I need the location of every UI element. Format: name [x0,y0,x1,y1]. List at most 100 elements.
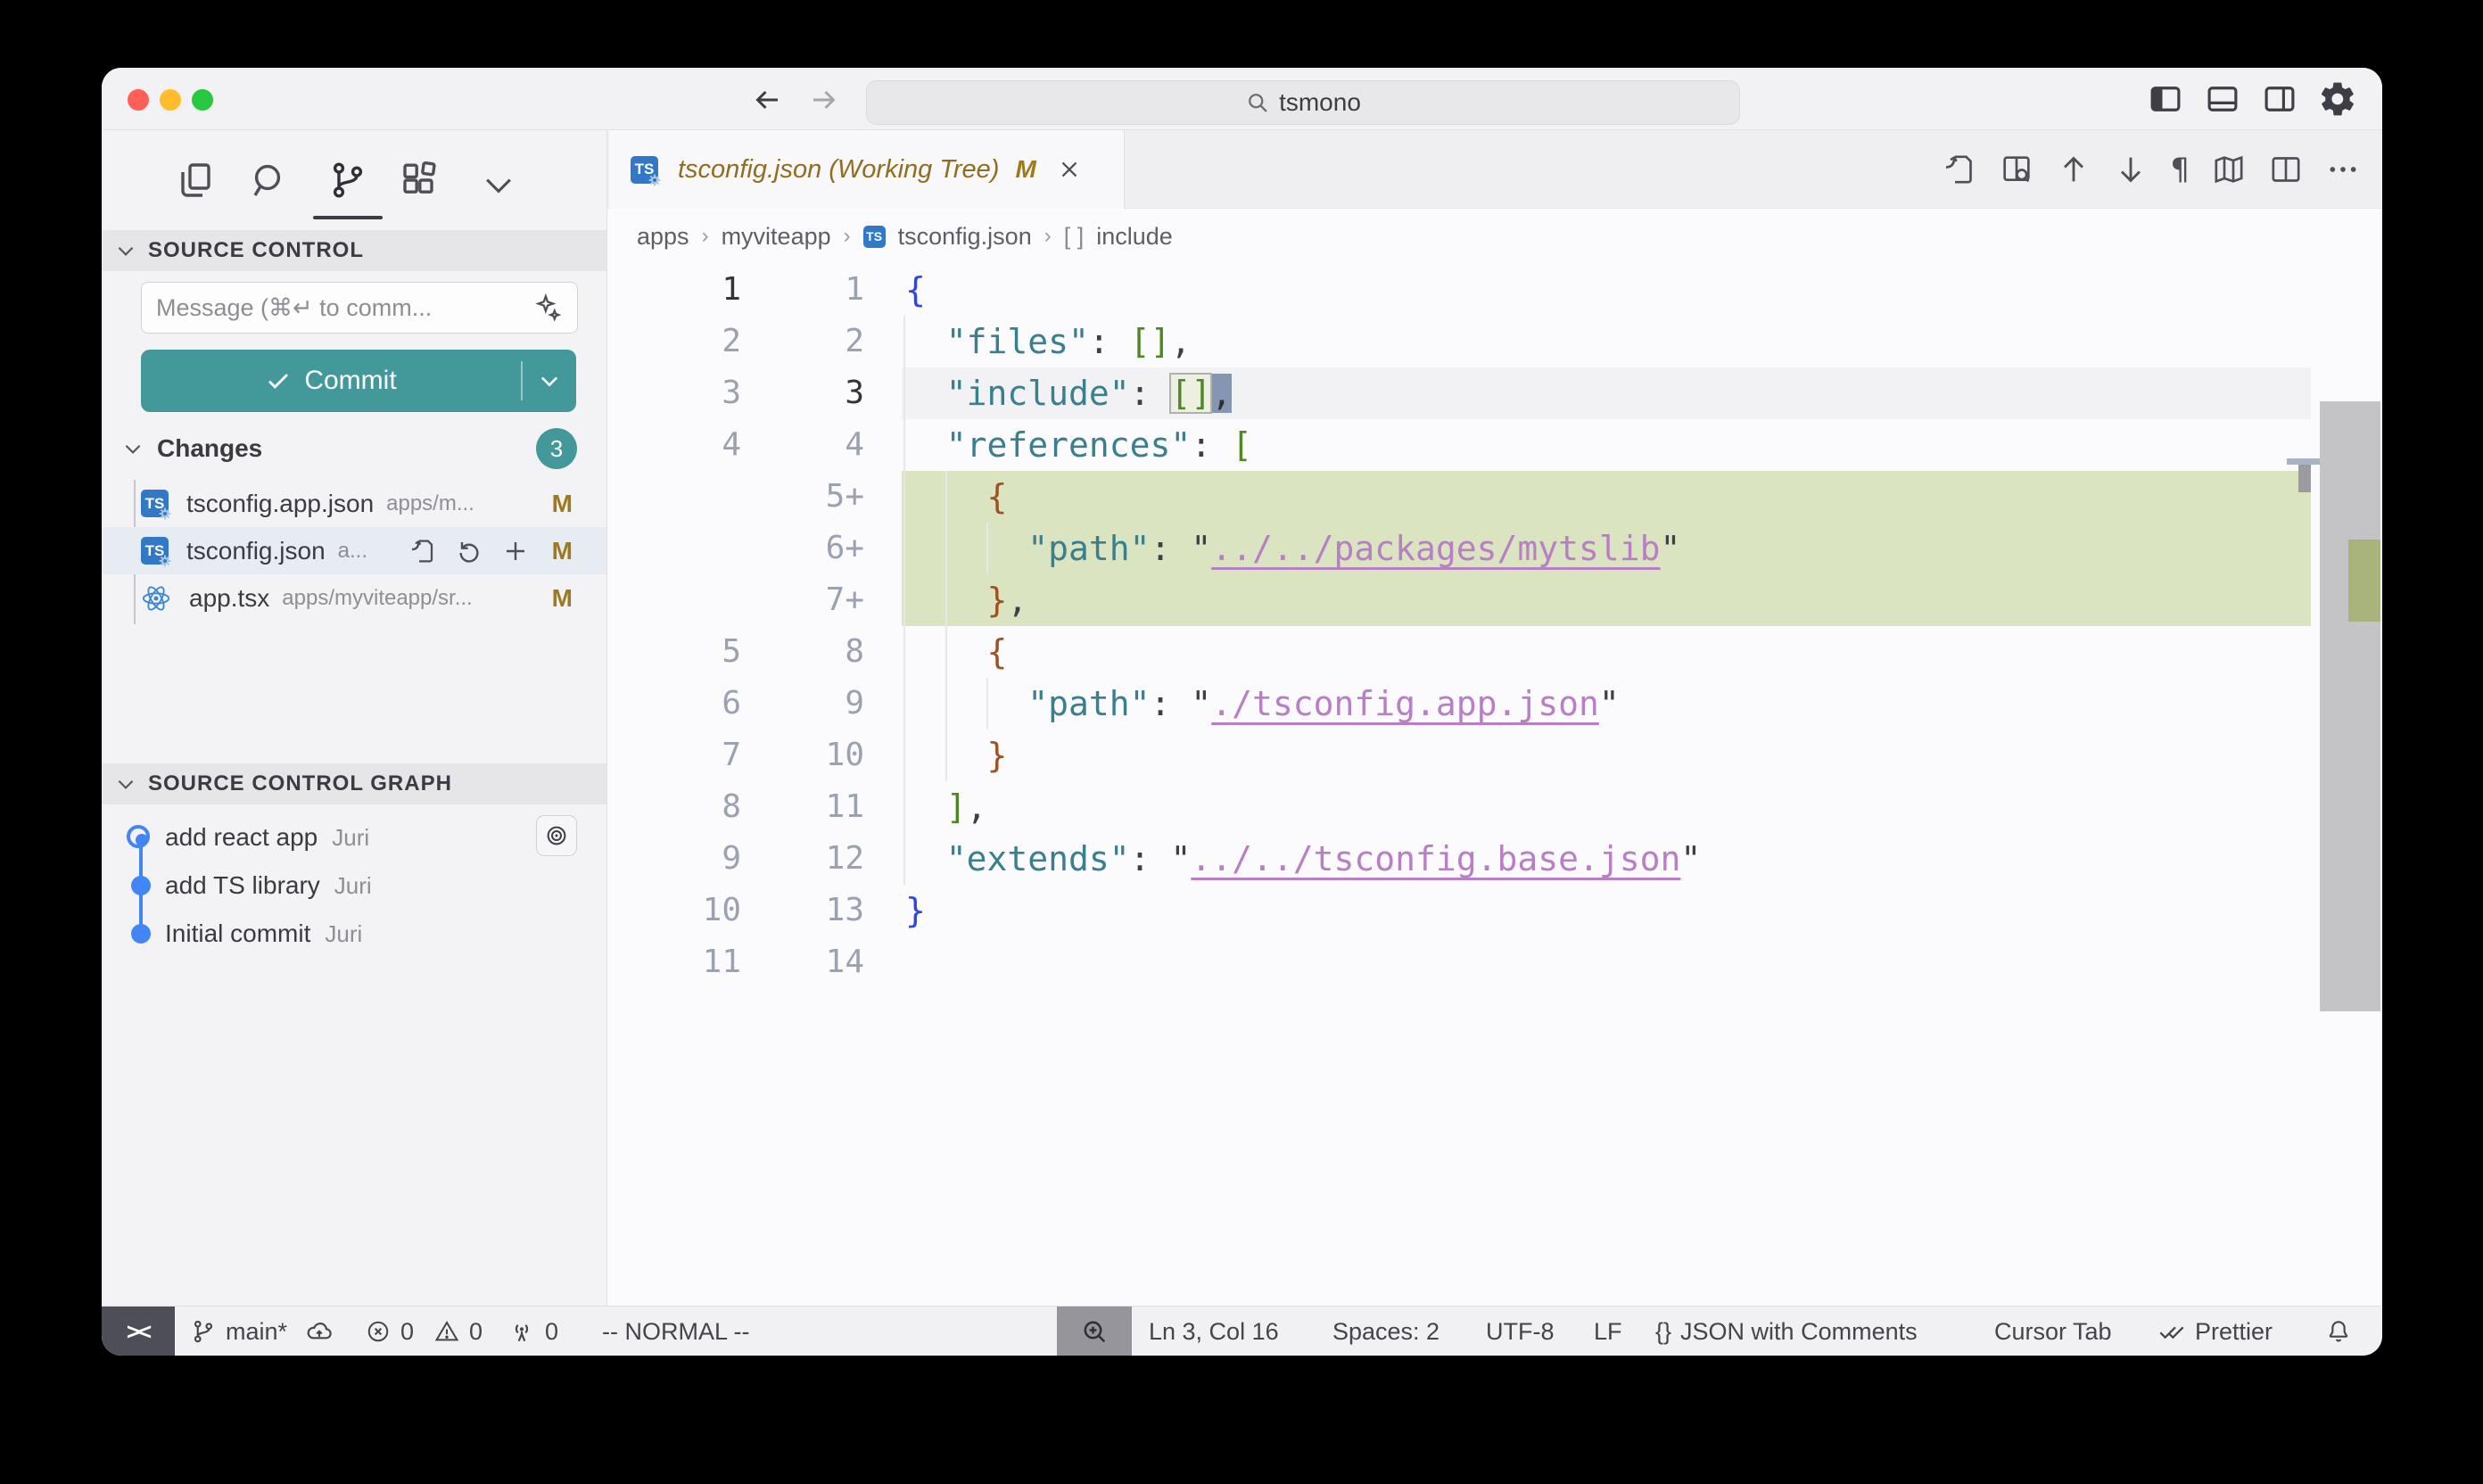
tab-tsconfig-working-tree[interactable]: TS tsconfig.json (Working Tree) M [609,130,1125,209]
code-line[interactable]: 6+ "path": "../../packages/mytslib" [607,523,2382,574]
toggle-panel-icon[interactable] [2204,80,2241,118]
close-tab-icon[interactable] [1056,156,1083,183]
code-text: "extends": "../../tsconfig.base.json" [902,833,2311,885]
cursor-tab-indicator[interactable]: Cursor Tab [1994,1307,2112,1356]
commit-message: add react app [165,823,318,852]
zoom-indicator[interactable] [1057,1307,1132,1356]
more-actions-ellipsis-icon[interactable] [2325,152,2361,187]
formatter-indicator[interactable]: Prettier [2157,1307,2273,1356]
commit-row[interactable]: add TS library Juri [102,862,606,910]
toggle-sidebar-icon[interactable] [2147,80,2184,118]
minimap-cursor-marker [2287,458,2321,465]
indentation-indicator[interactable]: Spaces: 2 [1332,1307,1439,1356]
title-bar: tsmono [102,68,2382,130]
file-row[interactable]: app.tsx apps/myviteapp/sr... M [102,574,606,622]
file-row[interactable]: TS tsconfig.json a... M [102,527,606,574]
errors-warnings-indicator[interactable]: 0 0 [365,1307,483,1356]
indent-guide [903,316,905,885]
forward-icon[interactable] [808,84,840,116]
eol-indicator[interactable]: LF [1594,1307,1622,1356]
discard-changes-icon[interactable] [455,537,483,565]
sparkle-icon[interactable] [532,293,563,323]
vscode-window: tsmono [102,68,2382,1356]
code-line[interactable]: 44 "references": [ [607,419,2382,471]
goto-ref-target-icon[interactable] [536,815,577,856]
code-line[interactable]: 710 } [607,730,2382,781]
cursor-position-indicator[interactable]: Ln 3, Col 16 [1149,1307,1279,1356]
more-views-chevron-icon[interactable] [479,166,522,209]
branch-indicator[interactable]: main* [190,1307,287,1356]
sync-changes-icon[interactable] [305,1307,334,1356]
zoom-in-magnifier-icon [1078,1315,1110,1348]
status-bar: >< main* 0 0 0 -- NORMAL -- Ln 3, Col 16… [102,1306,2382,1356]
code-text: ], [902,781,2311,833]
minimize-window-button[interactable] [160,89,181,111]
open-changes-file-icon[interactable] [1942,152,1977,187]
line-number-new: 11 [741,781,864,833]
code-line[interactable]: 22 "files": [], [607,316,2382,367]
commit-row[interactable]: add react app Juri [102,813,606,862]
code-line[interactable]: 811 ], [607,781,2382,833]
code-line[interactable]: 1114 [607,936,2382,988]
commit-button[interactable]: Commit [141,350,576,412]
zoom-window-button[interactable] [192,89,213,111]
next-change-arrow-down-icon[interactable] [2113,152,2149,187]
search-icon [1245,90,1270,115]
breadcrumb-item[interactable]: apps [637,223,689,251]
source-control-icon[interactable] [326,159,369,202]
remote-indicator-icon[interactable]: >< [102,1307,175,1356]
scrollbar-thumb[interactable] [2320,401,2380,1011]
whitespace-pilcrow-icon[interactable]: ¶ [2170,152,2190,187]
code-text: { [902,626,2311,678]
close-window-button[interactable] [128,89,149,111]
code-text: "files": [], [902,316,2311,367]
commit-message-input[interactable]: Message (⌘↵ to comm... [141,282,578,334]
inline-view-toggle-icon[interactable] [1999,152,2034,187]
breadcrumb-item[interactable]: tsconfig.json [898,223,1032,251]
file-row[interactable]: TS tsconfig.app.json apps/m... M [102,480,606,527]
commit-row[interactable]: Initial commit Juri [102,910,606,958]
line-number-new: 1 [741,264,864,316]
commit-dropdown-chevron-icon[interactable] [523,368,576,393]
previous-change-arrow-up-icon[interactable] [2056,152,2091,187]
explorer-icon[interactable] [175,159,218,202]
source-control-graph-header[interactable]: SOURCE CONTROL GRAPH [102,763,606,804]
line-number-old: 3 [607,367,741,419]
active-view-underline [313,216,383,219]
code-line[interactable]: 58 { [607,626,2382,678]
vim-mode-indicator[interactable]: -- NORMAL -- [602,1307,749,1356]
code-line[interactable]: 69 "path": "./tsconfig.app.json" [607,678,2382,730]
line-number-old: 9 [607,833,741,885]
breadcrumb[interactable]: apps › myviteapp › TS tsconfig.json › [ … [607,209,2382,264]
sidebar: SOURCE CONTROL Message (⌘↵ to comm... Co… [102,130,606,1306]
indent-guide [986,678,988,730]
breadcrumb-item[interactable]: myviteapp [722,223,831,251]
language-mode-indicator[interactable]: {} JSON with Comments [1655,1307,1918,1356]
commit-dot [131,924,151,944]
commit-graph-list: add react app Juri add TS library Juri I… [102,813,606,958]
notifications-bell-icon[interactable] [2324,1307,2353,1356]
encoding-indicator[interactable]: UTF-8 [1486,1307,1555,1356]
split-editor-icon[interactable] [2268,152,2304,187]
search-sidebar-icon[interactable] [248,159,291,202]
stage-changes-plus-icon[interactable] [501,537,530,565]
code-line[interactable]: 1013} [607,885,2382,936]
code-line[interactable]: 912 "extends": "../../tsconfig.base.json… [607,833,2382,885]
settings-gear-icon[interactable] [2318,79,2357,119]
code-line[interactable]: 5+ { [607,471,2382,523]
source-control-section-header[interactable]: SOURCE CONTROL [102,230,606,271]
tab-bar: TS tsconfig.json (Working Tree) M [607,130,2382,209]
ports-indicator[interactable]: 0 [507,1307,558,1356]
command-center-search[interactable]: tsmono [866,80,1740,125]
changes-header[interactable]: Changes 3 [102,425,606,473]
open-file-icon[interactable] [408,537,437,565]
commit-author: Juri [325,920,362,948]
code-line[interactable]: 33 "include": [], [607,367,2382,419]
toggle-secondary-sidebar-icon[interactable] [2261,80,2298,118]
code-line[interactable]: 11{ [607,264,2382,316]
code-line[interactable]: 7+ }, [607,574,2382,626]
extensions-icon[interactable] [398,159,441,202]
back-icon[interactable] [751,84,783,116]
map-icon[interactable] [2211,152,2247,187]
breadcrumb-item[interactable]: include [1096,223,1173,251]
